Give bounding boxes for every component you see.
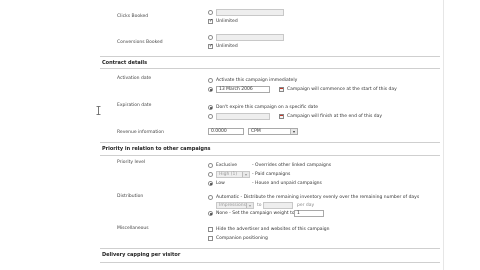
revenue-information-label: Revenue information <box>117 130 164 135</box>
section-divider <box>100 155 440 156</box>
section-divider <box>100 142 440 143</box>
priority-exclusive-note: - Overrides other linked campaigns <box>252 163 332 168</box>
expiration-note: Campaign will finish at the end of this … <box>287 114 383 119</box>
clicks-booked-input[interactable] <box>216 9 284 16</box>
text-cursor-icon <box>96 106 101 115</box>
distribution-to-label: to <box>257 203 262 208</box>
contract-details-title: Contract details <box>102 60 148 66</box>
conversions-booked-limited-radio[interactable] <box>208 35 213 40</box>
priority-high-value: High (1) <box>219 172 238 177</box>
activation-date-input[interactable]: 13 March 2006 <box>216 86 270 93</box>
distribution-none-radio[interactable] <box>208 211 213 216</box>
chevron-down-icon: ▾ <box>290 129 297 134</box>
priority-exclusive-label: Exclusive <box>216 163 238 168</box>
distribution-metric-value: Impressions <box>219 203 246 208</box>
conversions-booked-label: Conversions Booked <box>117 40 163 45</box>
expiration-specific-date-radio[interactable] <box>208 114 213 119</box>
priority-low-label: Low <box>216 181 225 186</box>
activation-specific-date-radio[interactable] <box>208 87 213 92</box>
revenue-type-value: CPM <box>251 129 261 134</box>
priority-exclusive-radio[interactable] <box>208 163 213 168</box>
clicks-booked-limited-radio[interactable] <box>208 10 213 15</box>
conversions-booked-input[interactable] <box>216 34 284 41</box>
section-divider <box>100 248 440 249</box>
conversions-unlimited-label: Unlimited <box>216 44 238 49</box>
campaign-weight-input[interactable]: 1 <box>294 210 324 217</box>
expiration-date-label: Expiration date <box>117 103 152 108</box>
section-divider <box>100 68 440 69</box>
delivery-capping-title: Delivery capping per visitor <box>102 252 181 258</box>
section-divider <box>100 56 440 57</box>
hide-advertiser-checkbox[interactable] <box>208 227 213 232</box>
dont-expire-label: Don't expire this campaign on a specific… <box>216 105 318 110</box>
miscellaneous-label: Miscellaneous <box>117 226 149 231</box>
revenue-input[interactable]: 0.0000 <box>208 128 244 135</box>
priority-high-radio[interactable] <box>208 172 213 177</box>
distribution-per-day-label: per day <box>297 203 315 208</box>
clicks-unlimited-label: Unlimited <box>216 19 238 24</box>
companion-positioning-label: Companion positioning <box>216 236 268 241</box>
hide-advertiser-label: Hide the advertiser and websites of this… <box>216 227 330 232</box>
calendar-icon[interactable] <box>279 87 284 92</box>
priority-title: Priority in relation to other campaigns <box>102 146 211 152</box>
distribution-none-label: None - Set the campaign weight to <box>216 211 295 216</box>
priority-high-select[interactable]: High (1) ▾ <box>216 171 250 178</box>
distribution-automatic-radio[interactable] <box>208 195 213 200</box>
calendar-icon[interactable] <box>279 114 284 119</box>
expiration-date-input[interactable] <box>216 113 270 120</box>
priority-high-note: - Paid campaigns <box>252 172 291 177</box>
activate-immediately-radio[interactable] <box>208 78 213 83</box>
clicks-booked-label: Clicks Booked <box>117 14 149 19</box>
companion-positioning-checkbox[interactable] <box>208 236 213 241</box>
activate-immediately-label: Activate this campaign immediately <box>216 78 298 83</box>
priority-low-radio[interactable] <box>208 181 213 186</box>
activation-date-label: Activation date <box>117 76 152 81</box>
distribution-label: Distribution <box>117 194 144 199</box>
revenue-type-select[interactable]: CPM ▾ <box>248 128 298 135</box>
priority-low-note: - House and unpaid campaigns <box>252 181 322 186</box>
conversions-unlimited-checkbox[interactable] <box>208 43 213 49</box>
distribution-metric-select[interactable]: Impressions ▾ <box>216 202 254 209</box>
clicks-unlimited-checkbox[interactable] <box>208 18 213 24</box>
distribution-amount-input[interactable] <box>263 202 293 209</box>
chevron-down-icon: ▾ <box>246 203 253 208</box>
distribution-automatic-label: Automatic - Distribute the remaining inv… <box>216 195 420 200</box>
priority-level-label: Priority level <box>117 160 146 165</box>
activation-note: Campaign will commence at the start of t… <box>287 87 397 92</box>
dont-expire-radio[interactable] <box>208 105 213 110</box>
chevron-down-icon: ▾ <box>242 172 249 177</box>
section-divider <box>100 262 440 263</box>
